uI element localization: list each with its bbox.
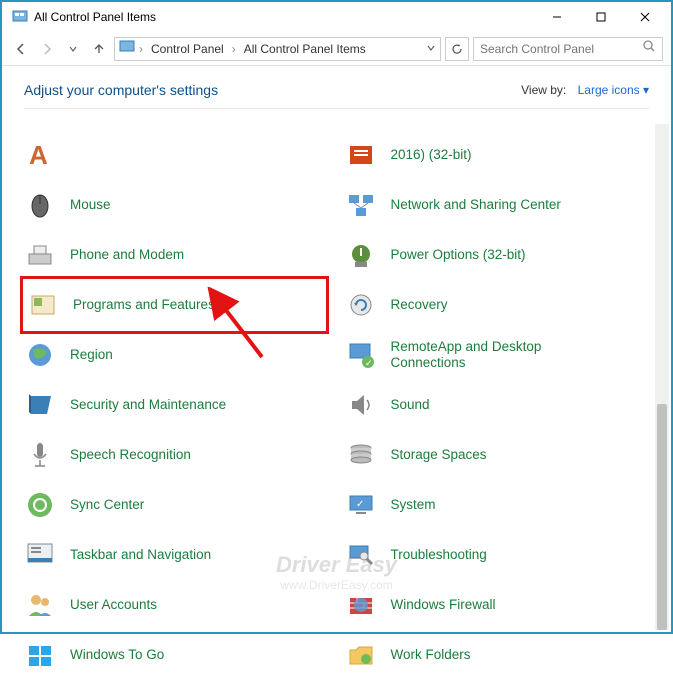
storage-icon (345, 439, 377, 471)
power-icon (345, 239, 377, 271)
address-bar[interactable]: › Control Panel › All Control Panel Item… (114, 37, 441, 61)
item-mouse[interactable]: Mouse (24, 180, 325, 230)
breadcrumb-control-panel[interactable]: Control Panel (147, 42, 228, 56)
search-box[interactable] (473, 37, 663, 61)
phone-modem-icon (24, 239, 56, 271)
item-sync[interactable]: Sync Center (24, 480, 325, 530)
item-storage[interactable]: Storage Spaces (345, 430, 646, 480)
watermark-url: www.DriverEasy.com (276, 578, 397, 592)
app-icon (12, 9, 28, 25)
search-input[interactable] (480, 42, 642, 56)
item-label: Mouse (70, 197, 111, 213)
item-work-folders[interactable]: Work Folders (345, 630, 646, 680)
up-button[interactable] (88, 38, 110, 60)
item-network[interactable]: Network and Sharing Center (345, 180, 646, 230)
window-title: All Control Panel Items (34, 10, 535, 24)
item-label: Troubleshooting (391, 547, 487, 563)
svg-text:A: A (29, 140, 48, 170)
item-recovery[interactable]: Recovery (345, 280, 646, 330)
close-button[interactable] (623, 3, 667, 31)
item-power[interactable]: Power Options (32-bit) (345, 230, 646, 280)
address-dropdown-icon[interactable] (426, 42, 436, 56)
users-icon (24, 589, 56, 621)
sound-icon (345, 389, 377, 421)
item-remoteapp[interactable]: ✓ RemoteApp and Desktop Connections (345, 330, 646, 380)
scrollbar[interactable] (655, 124, 669, 630)
svg-text:✓: ✓ (365, 358, 373, 368)
item-label: User Accounts (70, 597, 157, 613)
svg-text:✓: ✓ (356, 499, 364, 510)
item-speech[interactable]: Speech Recognition (24, 430, 325, 480)
item-label: Network and Sharing Center (391, 197, 561, 213)
minimize-button[interactable] (535, 3, 579, 31)
security-icon (24, 389, 56, 421)
item-label: Region (70, 347, 113, 363)
item-partial-top[interactable]: A (24, 130, 325, 180)
item-security[interactable]: Security and Maintenance (24, 380, 325, 430)
item-office-partial[interactable]: 2016) (32-bit) (345, 130, 646, 180)
item-phone[interactable]: Phone and Modem (24, 230, 325, 280)
taskbar-icon (24, 539, 56, 571)
recent-dropdown[interactable] (62, 38, 84, 60)
view-by-label: View by: (521, 83, 566, 97)
item-label: Phone and Modem (70, 247, 184, 263)
item-windows-togo[interactable]: Windows To Go (24, 630, 325, 680)
network-icon (345, 189, 377, 221)
speech-icon (24, 439, 56, 471)
back-button[interactable] (10, 38, 32, 60)
separator-icon: › (232, 42, 236, 56)
refresh-button[interactable] (445, 37, 469, 61)
watermark: Driver Easy www.DriverEasy.com (276, 552, 397, 592)
item-label: Programs and Features (73, 297, 215, 313)
watermark-text: Driver Easy (276, 552, 397, 578)
item-label: Security and Maintenance (70, 397, 226, 413)
mouse-icon (24, 189, 56, 221)
item-label: Storage Spaces (391, 447, 487, 463)
view-by-dropdown[interactable]: Large icons ▾ (578, 83, 649, 97)
forward-button[interactable] (36, 38, 58, 60)
view-by: View by: Large icons ▾ (521, 83, 649, 97)
divider (24, 108, 649, 109)
page-heading: Adjust your computer's settings (24, 82, 218, 98)
recovery-icon (345, 289, 377, 321)
item-label: Power Options (32-bit) (391, 247, 526, 263)
control-panel-icon (119, 39, 135, 58)
firewall-icon (345, 589, 377, 621)
item-label: Taskbar and Navigation (70, 547, 211, 563)
item-label: Recovery (391, 297, 448, 313)
item-label: Work Folders (391, 647, 471, 663)
titlebar: All Control Panel Items (2, 2, 671, 32)
item-system[interactable]: ✓ System (345, 480, 646, 530)
separator-icon: › (139, 42, 143, 56)
item-label: Sound (391, 397, 430, 413)
item-programs-features[interactable]: Programs and Features (20, 276, 329, 334)
work-folders-icon (345, 639, 377, 671)
region-icon (24, 339, 56, 371)
system-icon: ✓ (345, 489, 377, 521)
item-label: RemoteApp and Desktop Connections (391, 339, 571, 371)
item-label: Speech Recognition (70, 447, 191, 463)
header-row: Adjust your computer's settings View by:… (2, 66, 671, 108)
item-sound[interactable]: Sound (345, 380, 646, 430)
toolbar: › Control Panel › All Control Panel Item… (2, 32, 671, 66)
item-label: Sync Center (70, 497, 144, 513)
remoteapp-icon: ✓ (345, 339, 377, 371)
breadcrumb-all-items[interactable]: All Control Panel Items (240, 42, 370, 56)
programs-icon (27, 289, 59, 321)
scrollbar-thumb[interactable] (657, 404, 667, 630)
letter-a-icon: A (24, 139, 56, 171)
item-label: System (391, 497, 436, 513)
sync-icon (24, 489, 56, 521)
search-icon (642, 39, 656, 58)
item-label: Windows Firewall (391, 597, 496, 613)
office-icon (345, 139, 377, 171)
item-label: 2016) (32-bit) (391, 147, 472, 163)
item-label: Windows To Go (70, 647, 164, 663)
windows-icon (24, 639, 56, 671)
item-region[interactable]: Region (24, 330, 325, 380)
maximize-button[interactable] (579, 3, 623, 31)
